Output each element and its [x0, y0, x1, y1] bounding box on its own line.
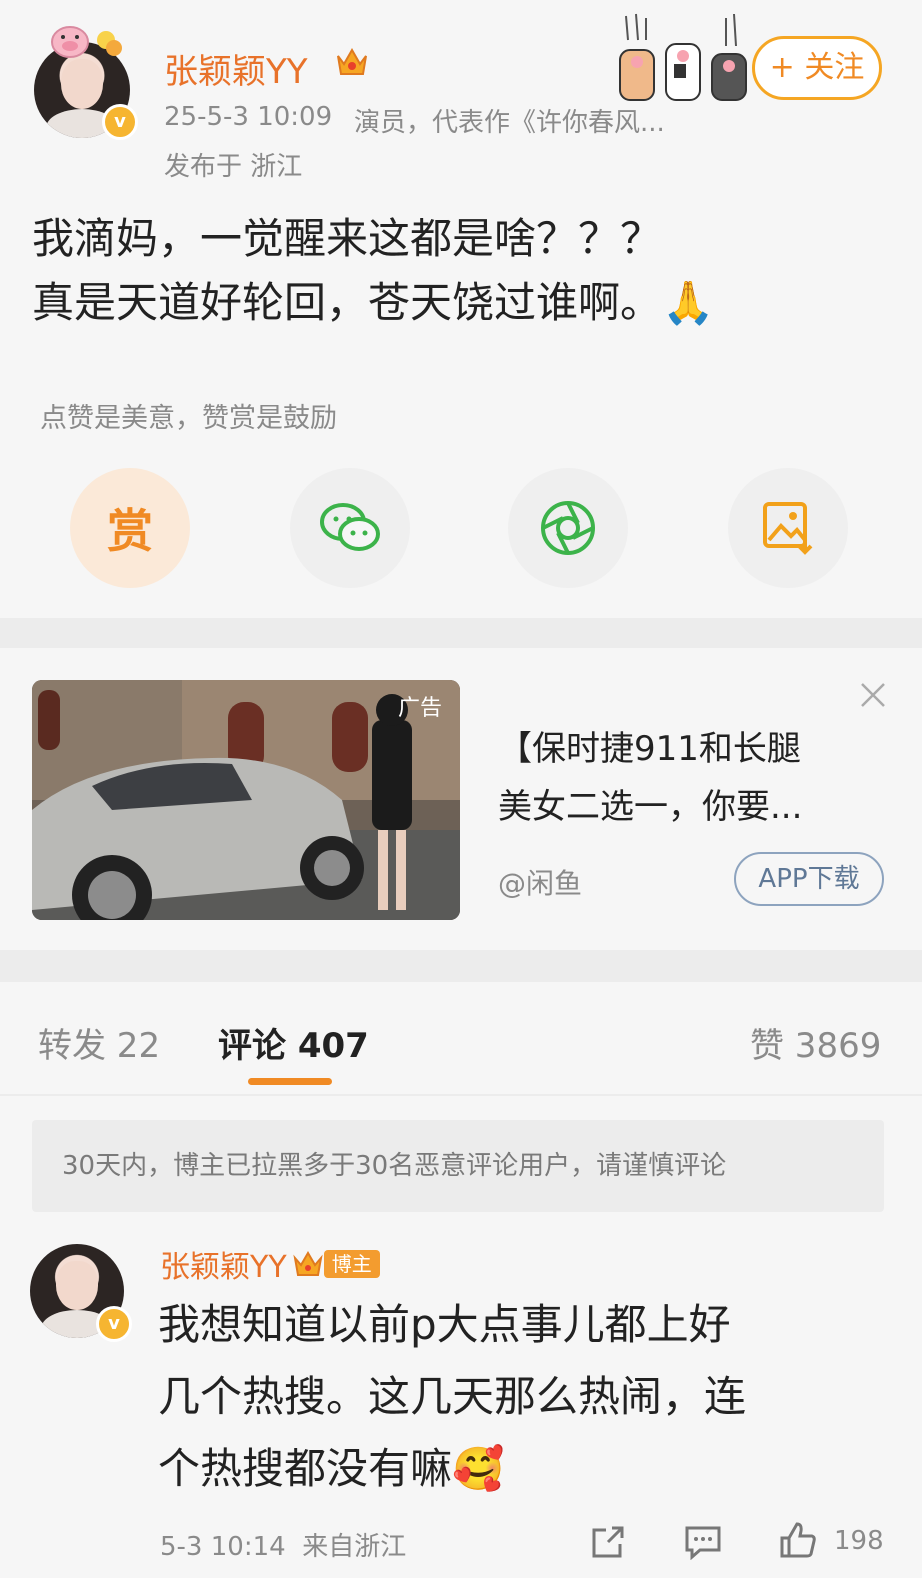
reward-button[interactable]: 赏 [70, 468, 190, 588]
reward-hint: 点赞是美意，赞赏是鼓励 [40, 403, 337, 434]
ad-image[interactable]: 广告 [32, 680, 460, 920]
comment-notice: 30天内，博主已拉黑多于30名恶意评论用户，请谨慎评论 [32, 1120, 884, 1212]
post-card: v 张颖颖YY 25-5-3 10:09 演员，代表作《许你春风... 发布于 … [0, 0, 922, 618]
reply-icon[interactable] [684, 1524, 722, 1560]
crown-badge-icon [337, 47, 367, 75]
verified-badge-icon: v [96, 1306, 132, 1342]
tab-likes[interactable]: 赞 3869 [750, 1018, 881, 1067]
ad-tag: 广告 [397, 696, 442, 721]
follow-button[interactable]: + 关注 [752, 36, 882, 100]
comment-text-line-2: 几个热搜。这几天那么热闹，连 [158, 1372, 747, 1421]
post-text-line-1: 我滴妈，一觉醒来这都是啥？？？ [32, 214, 663, 263]
post-location: 发布于 浙江 [164, 152, 303, 182]
cat-paw-decoration-icon [619, 13, 747, 101]
ad-title-line-2[interactable]: 美女二选一，你要... [498, 778, 802, 836]
share-wechat-button[interactable] [290, 468, 410, 588]
save-image-icon [763, 502, 813, 555]
commenter-name-row: 张颖颖YY 博主 [160, 1242, 380, 1286]
comment-text-line-3: 个热搜都没有嘛🥰 [158, 1444, 505, 1493]
comment-text-line-1: 我想知道以前p大点事儿都上好 [158, 1300, 731, 1349]
post-time: 25-5-3 10:09 [164, 102, 333, 132]
wechat-icon [320, 503, 380, 551]
close-icon[interactable] [858, 680, 888, 710]
comment-time-location: 5-3 10:14 来自浙江 [160, 1532, 407, 1562]
ad-source: @闲鱼 [498, 867, 583, 900]
app-download-button[interactable]: APP下载 [734, 852, 884, 906]
tab-repost[interactable]: 转发 22 [38, 1018, 160, 1067]
crown-badge-icon [293, 1251, 323, 1276]
like-icon[interactable] [778, 1520, 818, 1560]
pig-decoration-icon [51, 26, 122, 58]
ad-title-line-1[interactable]: 【保时捷911和长腿 [498, 720, 801, 778]
reward-label: 赏 [107, 504, 153, 558]
active-tab-indicator [248, 1078, 332, 1085]
owner-tag: 博主 [323, 1250, 380, 1278]
save-image-button[interactable] [728, 468, 848, 588]
commenter-name[interactable]: 张颖颖YY [160, 1250, 287, 1285]
verified-badge-icon: v [102, 104, 138, 140]
share-icon[interactable] [590, 1524, 626, 1560]
tab-comments[interactable]: 评论 407 [218, 1018, 369, 1067]
post-text-line-2: 真是天道好轮回，苍天饶过谁啊。🙏 [32, 278, 715, 327]
comment-like-count: 198 [834, 1526, 884, 1556]
share-moments-button[interactable] [508, 468, 628, 588]
moments-icon [541, 501, 595, 555]
author-name[interactable]: 张颖颖YY [164, 44, 308, 93]
author-bio: 演员，代表作《许你春风... [354, 108, 665, 138]
